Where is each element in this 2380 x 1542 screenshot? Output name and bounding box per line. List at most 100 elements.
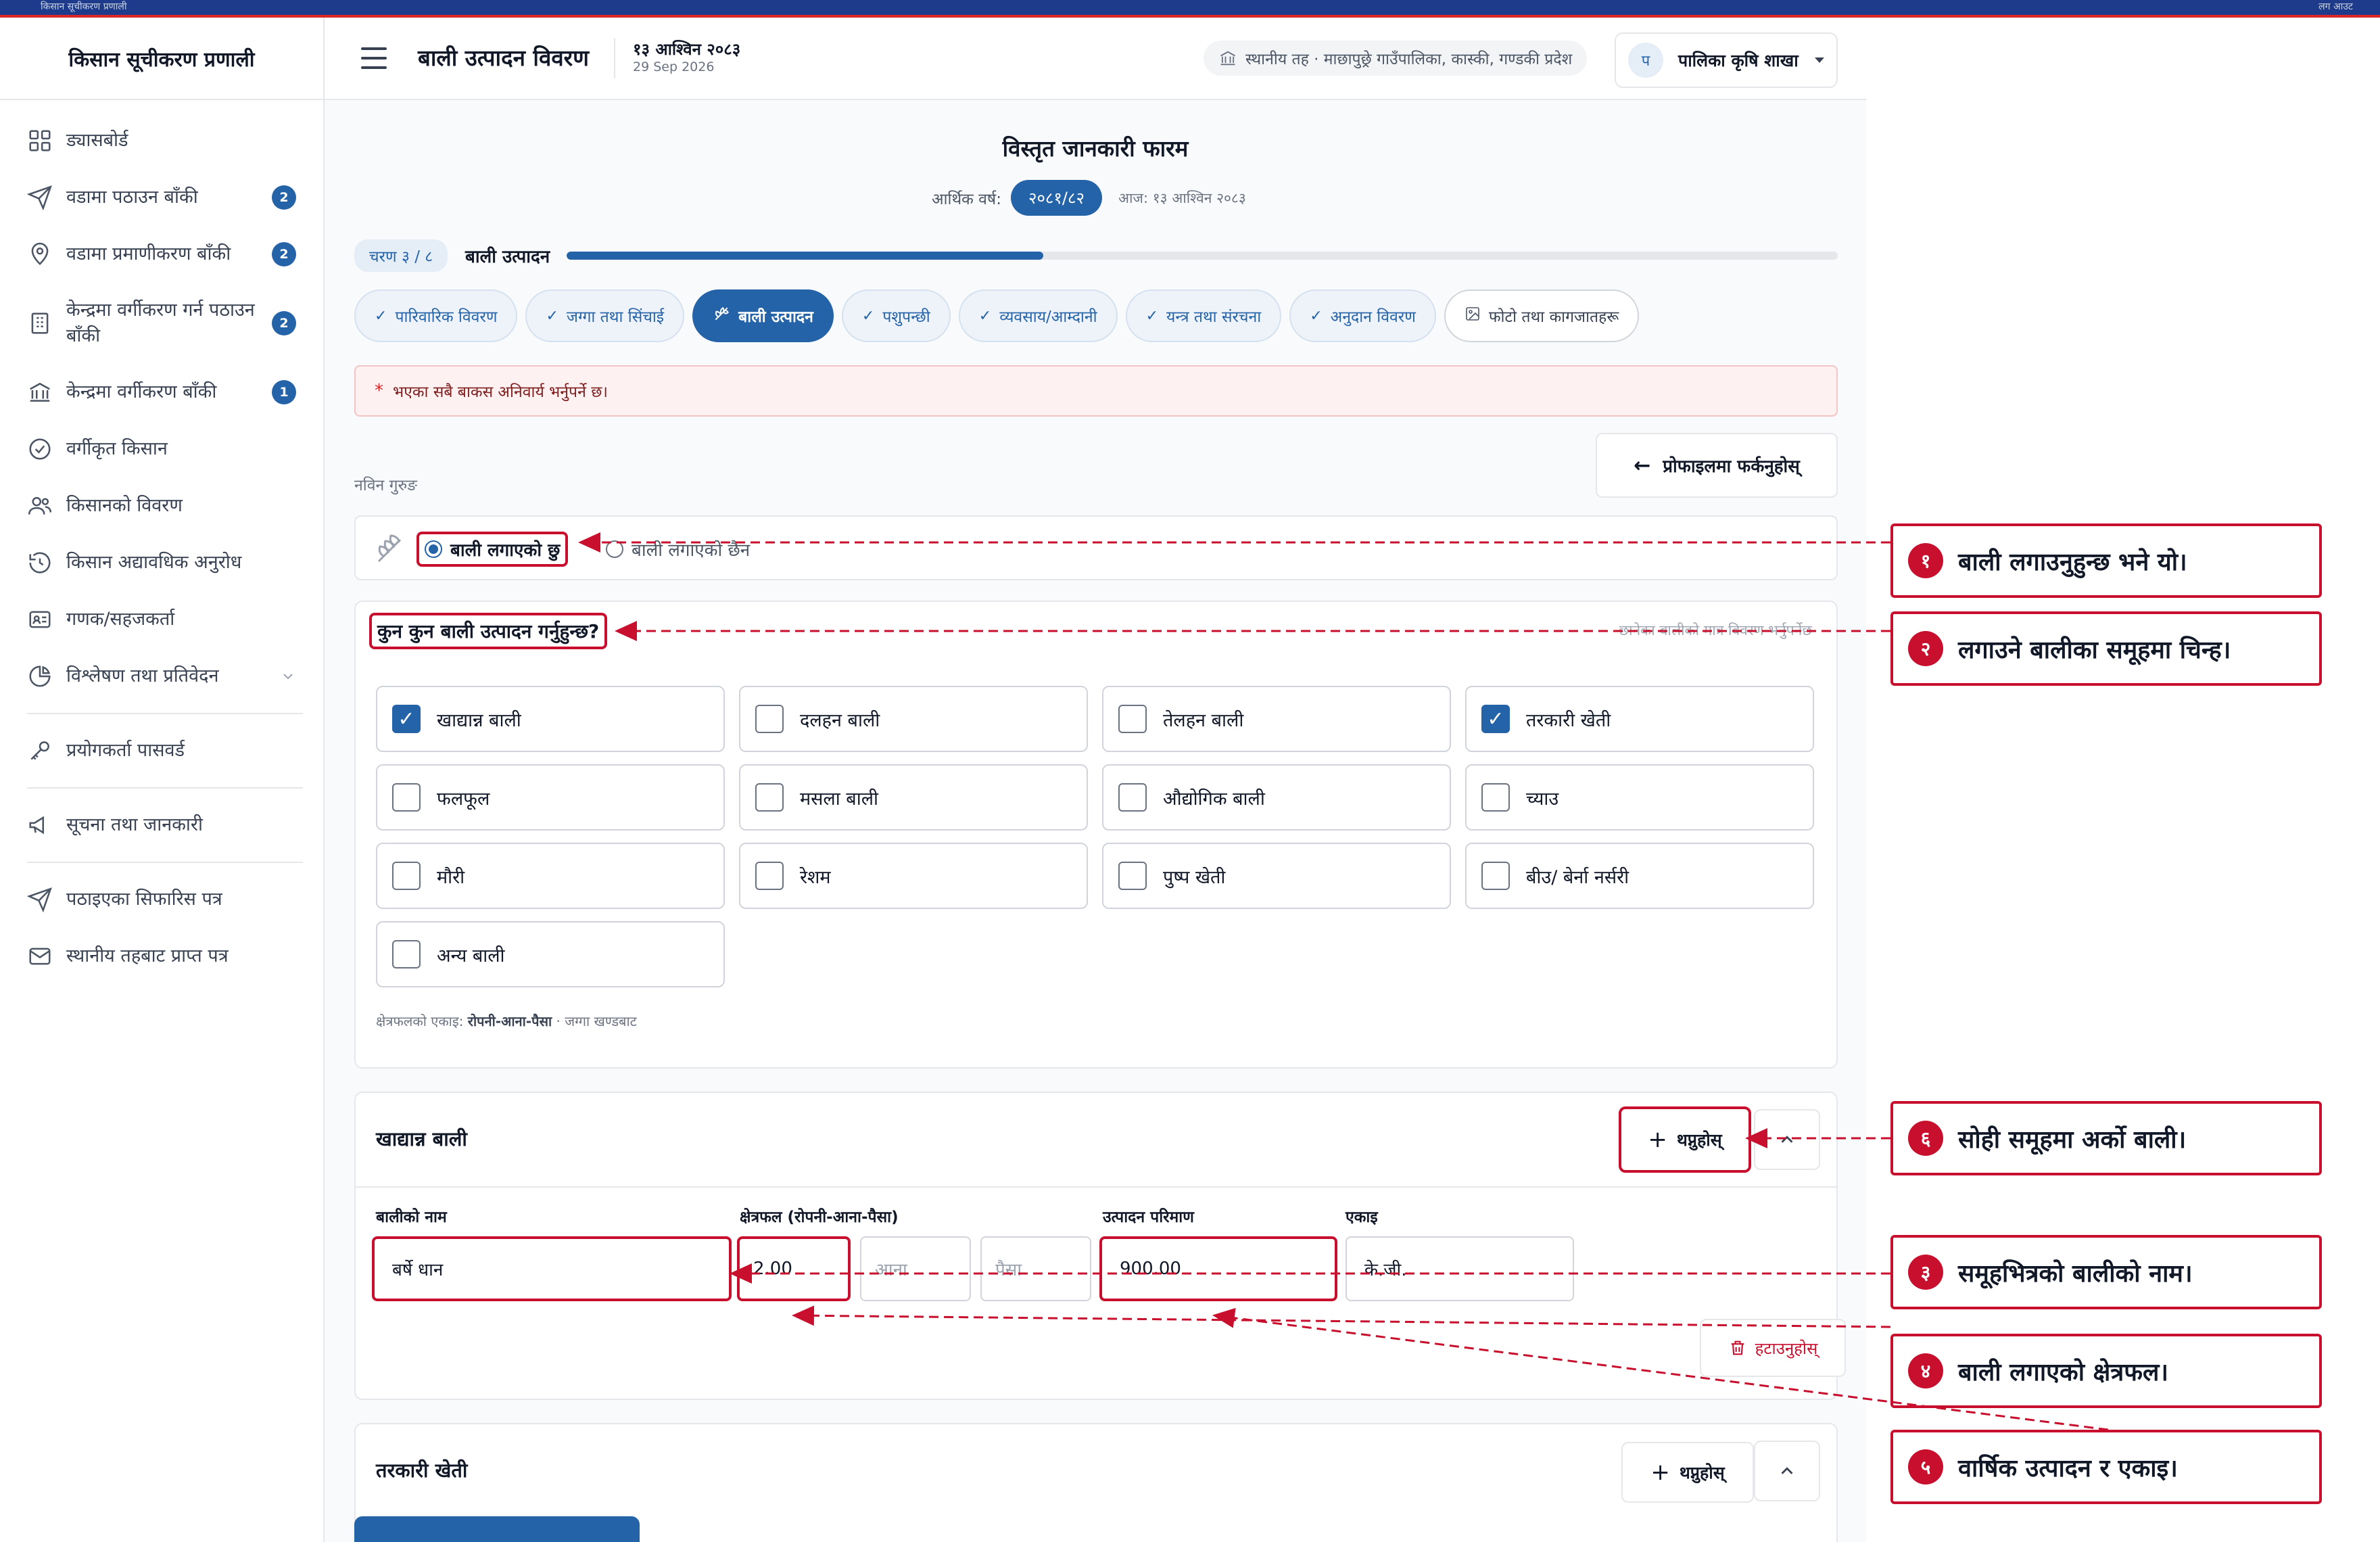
add-crop-button[interactable]: + थप्नुहोस्	[1621, 1442, 1754, 1503]
collapse-button[interactable]	[1754, 1109, 1820, 1170]
checkbox[interactable]	[1481, 862, 1510, 890]
sidebar-item-pending-center-classify[interactable]: केन्द्रमा वर्गीकरण बाँकी 1	[0, 364, 323, 421]
tab-label: बाली उत्पादन	[738, 308, 813, 326]
option-label: बाली लगाएको छैन	[632, 540, 751, 561]
tab-label: पशुपन्छी	[882, 308, 930, 326]
tab-label: पारिवारिक विवरण	[395, 308, 498, 326]
menu-toggle-icon[interactable]	[361, 47, 387, 69]
sidebar-item-update-requests[interactable]: किसान अद्यावधिक अनुरोध	[0, 534, 323, 591]
top-bar: किसान सूचीकरण प्रणाली लग आउट	[0, 0, 2380, 18]
area-ropani-input[interactable]: 2.00	[737, 1236, 851, 1301]
tab-livestock[interactable]: ✓ पशुपन्छी	[841, 289, 951, 342]
next-step-button[interactable]	[354, 1516, 640, 1542]
option-label: बाली लगाएको छु	[450, 540, 561, 561]
callout-text: बाली लगाएको क्षेत्रफल।	[1958, 1358, 2169, 1386]
sidebar-item-pending-ward-verify[interactable]: वडामा प्रमाणीकरण बाँकी 2	[0, 226, 323, 283]
user-menu[interactable]: प पालिका कृषि शाखा	[1615, 32, 1838, 88]
radio-button[interactable]	[606, 540, 623, 558]
tab-land-irrigation[interactable]: ✓ जग्गा तथा सिंचाई	[525, 289, 685, 342]
dashboard-icon	[27, 128, 53, 154]
crop-hint: छानेका बालीको मात्र विवरण भर्नुपर्नेछ	[1619, 622, 1812, 638]
crop-option[interactable]: अन्य बाली	[376, 921, 725, 987]
quantity-input[interactable]: 900.00	[1099, 1236, 1337, 1301]
checkbox[interactable]	[755, 862, 784, 890]
checkbox[interactable]	[1118, 783, 1147, 812]
annotation-callout: ५ वार्षिक उत्पादन र एकाइ।	[1890, 1430, 2322, 1504]
sidebar-item-sent-letters[interactable]: पठाइएका सिफारिस पत्र	[0, 871, 323, 928]
crop-option[interactable]: पुष्प खेती	[1102, 843, 1451, 909]
sidebar-item-user-password[interactable]: प्रयोगकर्ता पासवर्ड	[0, 722, 323, 779]
sidebar-item-label: प्रयोगकर्ता पासवर्ड	[66, 740, 185, 762]
sidebar-divider	[27, 787, 303, 789]
location-text: स्थानीय तह · माछापुछ्रे गाउँपालिका, कास्…	[1245, 51, 1573, 68]
crop-option-label: च्याउ	[1526, 788, 1559, 810]
crop-option[interactable]: रेशम	[739, 843, 1088, 909]
check-icon: ✓	[1310, 307, 1323, 325]
group-divider	[356, 1186, 1836, 1188]
unit-note-unit: रोपनी-आना-पैसा	[467, 1013, 552, 1029]
crop-option-label: दलहन बाली	[800, 709, 880, 731]
key-icon	[27, 738, 53, 764]
checkbox[interactable]	[1118, 862, 1147, 890]
check-icon: ✓	[546, 307, 558, 325]
tab-photos-documents[interactable]: फोटो तथा कागजातहरू	[1444, 289, 1640, 342]
page-title: बाली उत्पादन विवरण	[418, 45, 590, 71]
sidebar-item-farmer-details[interactable]: किसानको विवरण	[0, 477, 323, 534]
tab-machinery-structure[interactable]: ✓ यन्त्र तथा संरचना	[1125, 289, 1282, 342]
sidebar-item-analysis-reports[interactable]: विश्लेषण तथा प्रतिवेदन	[0, 648, 323, 705]
sidebar-item-dashboard[interactable]: ड्यासबोर्ड	[0, 112, 323, 169]
radio-button[interactable]	[425, 540, 442, 558]
area-aana-input[interactable]: आना	[860, 1236, 971, 1301]
crop-option[interactable]: तेलहन बाली	[1102, 686, 1451, 752]
sidebar-item-pending-send-ward[interactable]: वडामा पठाउन बाँकी 2	[0, 169, 323, 226]
crop-option[interactable]: मसला बाली	[739, 764, 1088, 831]
cultivation-status-row: बाली लगाएको छु बाली लगाएको छैन	[354, 515, 1838, 580]
logout-link[interactable]: लग आउट	[2318, 0, 2353, 13]
cultivated-no-option[interactable]: बाली लगाएको छैन	[600, 532, 755, 567]
sidebar-item-enumerators[interactable]: गणक/सहजकर्ता	[0, 591, 323, 648]
checkbox[interactable]	[392, 783, 421, 812]
checkbox[interactable]: ✓	[392, 705, 421, 733]
unit-note-suffix: · जग्गा खण्डबाट	[552, 1013, 637, 1029]
crop-option[interactable]: बीउ/ बेर्ना नर्सरी	[1465, 843, 1814, 909]
crop-option[interactable]: मौरी	[376, 843, 725, 909]
back-to-profile-button[interactable]: ← प्रोफाइलमा फर्कनुहोस्	[1596, 433, 1838, 498]
collapse-button[interactable]	[1754, 1441, 1820, 1501]
crop-option[interactable]: ✓ खाद्यान्न बाली	[376, 686, 725, 752]
remove-crop-button[interactable]: हटाउनुहोस्	[1700, 1319, 1846, 1377]
checkbox[interactable]	[755, 783, 784, 812]
crop-option[interactable]: औद्योगिक बाली	[1102, 764, 1451, 831]
checkbox[interactable]	[1481, 783, 1510, 812]
count-badge: 2	[272, 185, 296, 210]
checkbox[interactable]	[755, 705, 784, 733]
crop-option-label: मौरी	[437, 866, 465, 888]
cultivated-yes-option[interactable]: बाली लगाएको छु	[416, 532, 569, 567]
today-date: आज: १३ आश्विन २०८३	[1118, 189, 1246, 206]
sidebar-item-notices[interactable]: सूचना तथा जानकारी	[0, 797, 323, 854]
fiscal-year-pill[interactable]: २०८१/८२	[1010, 180, 1102, 216]
checkbox[interactable]	[392, 862, 421, 890]
tab-family-details[interactable]: ✓ पारिवारिक विवरण	[354, 289, 518, 342]
checkbox[interactable]	[392, 940, 421, 968]
chevron-up-icon	[1781, 1467, 1793, 1474]
sidebar-item-classified-farmers[interactable]: वर्गीकृत किसान	[0, 421, 323, 477]
crop-option[interactable]: फलफूल	[376, 764, 725, 831]
area-paisa-input[interactable]: पैसा	[980, 1236, 1091, 1301]
tab-business-income[interactable]: ✓ व्यवसाय/आम्दानी	[958, 289, 1118, 342]
sidebar-item-pending-center-send[interactable]: केन्द्रमा वर्गीकरण गर्न पठाउन बाँकी 2	[0, 283, 323, 364]
tab-subsidy-details[interactable]: ✓ अनुदान विवरण	[1289, 289, 1436, 342]
crop-option[interactable]: ✓ तरकारी खेती	[1465, 686, 1814, 752]
crop-selection-card: कुन कुन बाली उत्पादन गर्नुहुन्छ? छानेका …	[354, 601, 1838, 1069]
crop-option[interactable]: च्याउ	[1465, 764, 1814, 831]
checkbox[interactable]: ✓	[1481, 705, 1510, 733]
sidebar-item-received-letters[interactable]: स्थानीय तहबाट प्राप्त पत्र	[0, 928, 323, 985]
add-crop-button[interactable]: + थप्नुहोस्	[1619, 1106, 1751, 1173]
tab-crop-production[interactable]: बाली उत्पादन	[692, 289, 834, 342]
page-header: बाली उत्पादन विवरण १३ आश्विन २०८३ 29 Sep…	[325, 18, 1866, 100]
crop-option[interactable]: दलहन बाली	[739, 686, 1088, 752]
crop-name-input[interactable]: बर्षे धान	[372, 1236, 732, 1301]
progress-fill	[567, 252, 1043, 260]
unit-select[interactable]: के.जी.	[1346, 1236, 1574, 1301]
crop-option-label: तेलहन बाली	[1163, 709, 1244, 731]
checkbox[interactable]	[1118, 705, 1147, 733]
